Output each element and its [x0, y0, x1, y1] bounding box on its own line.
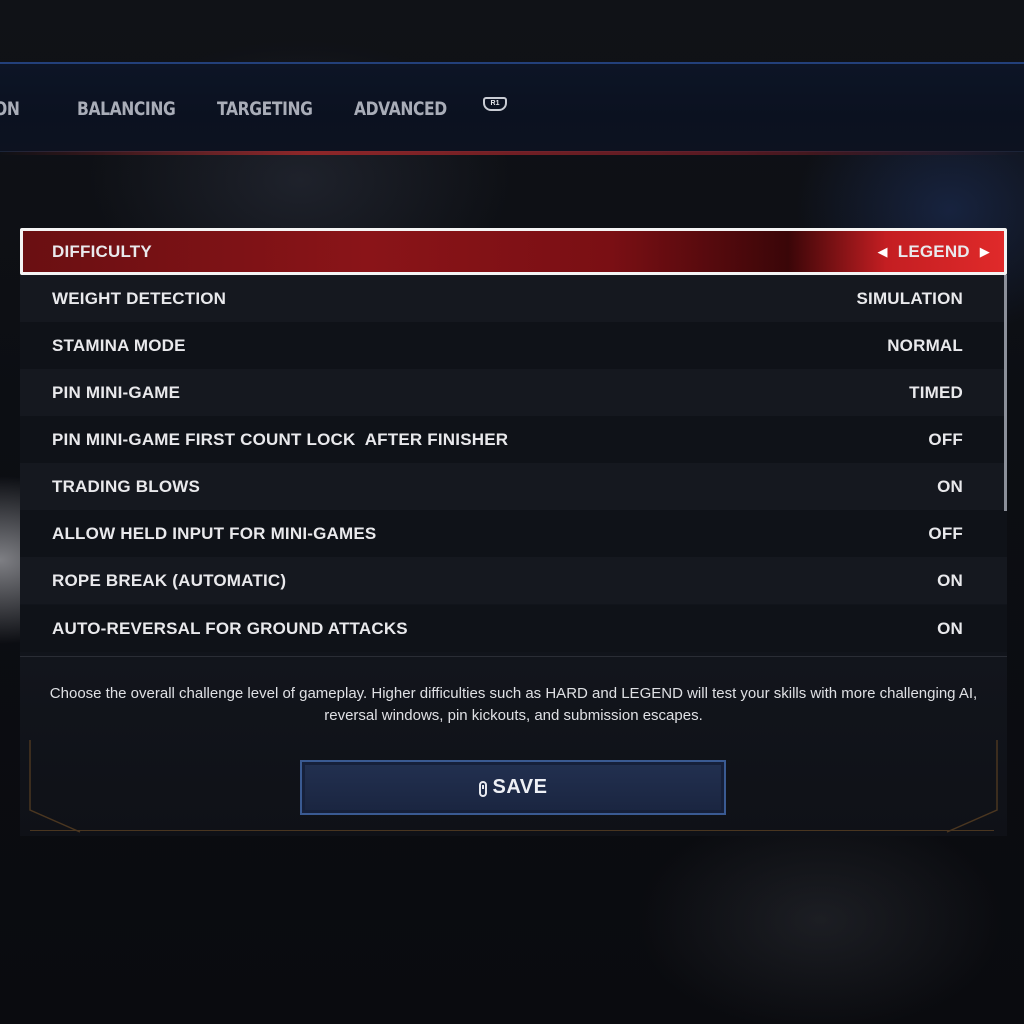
setting-value: OFF — [928, 430, 963, 449]
setting-row-auto-reversal[interactable]: AUTO-REVERSAL FOR GROUND ATTACKS ON — [20, 605, 1007, 652]
setting-value: TIMED — [909, 383, 963, 402]
setting-row-pin-first-count-lock[interactable]: PIN MINI-GAME FIRST COUNT LOCK AFTER FIN… — [20, 416, 1007, 463]
controller-button-icon — [478, 780, 487, 797]
setting-description: Choose the overall challenge level of ga… — [49, 685, 978, 724]
setting-value: ON — [937, 477, 963, 496]
setting-row-allow-held-input[interactable]: ALLOW HELD INPUT FOR MINI-GAMES OFF — [20, 510, 1007, 557]
arrow-left-icon[interactable]: ◀ — [878, 231, 888, 272]
setting-label: ALLOW HELD INPUT FOR MINI-GAMES — [52, 524, 377, 543]
setting-label: PIN MINI-GAME FIRST COUNT LOCK AFTER FIN… — [52, 430, 509, 449]
setting-row-difficulty[interactable]: DIFFICULTY ◀ LEGEND ▶ — [20, 228, 1007, 275]
setting-row-trading-blows[interactable]: TRADING BLOWS ON — [20, 463, 1007, 510]
tab-balancing[interactable]: BALANCING — [77, 94, 176, 124]
setting-label: PIN MINI-GAME — [52, 383, 181, 402]
setting-value: ON — [937, 571, 963, 590]
setting-value: ON — [937, 619, 963, 638]
setting-label: TRADING BLOWS — [52, 477, 201, 496]
setting-row-rope-break[interactable]: ROPE BREAK (AUTOMATIC) ON — [20, 557, 1007, 604]
setting-row-weight-detection[interactable]: WEIGHT DETECTION SIMULATION — [20, 275, 1007, 322]
setting-label: AUTO-REVERSAL FOR GROUND ATTACKS — [52, 619, 408, 638]
tab-bar: ON BALANCING TARGETING ADVANCED — [0, 62, 1024, 155]
setting-value: SIMULATION — [856, 289, 963, 308]
setting-label: DIFFICULTY — [52, 242, 152, 261]
setting-row-pin-mini-game[interactable]: PIN MINI-GAME TIMED — [20, 369, 1007, 416]
setting-value: NORMAL — [887, 336, 963, 355]
save-label: SAVE — [492, 776, 548, 798]
setting-label: ROPE BREAK (AUTOMATIC) — [52, 571, 287, 590]
save-button[interactable]: SAVE — [300, 760, 726, 815]
difficulty-selector[interactable]: ◀ LEGEND ▶ — [878, 231, 990, 272]
r1-button-icon[interactable]: R1 — [483, 97, 507, 111]
setting-row-stamina-mode[interactable]: STAMINA MODE NORMAL — [20, 322, 1007, 369]
tab-advanced[interactable]: ADVANCED — [354, 94, 447, 124]
setting-value: OFF — [928, 524, 963, 543]
tab-partial[interactable]: ON — [0, 94, 20, 124]
scrollbar[interactable] — [1004, 275, 1007, 511]
arrow-right-icon[interactable]: ▶ — [980, 231, 990, 272]
setting-label: WEIGHT DETECTION — [52, 289, 227, 308]
setting-label: STAMINA MODE — [52, 336, 186, 355]
setting-value: LEGEND — [897, 242, 970, 261]
tab-targeting[interactable]: TARGETING — [217, 94, 313, 124]
